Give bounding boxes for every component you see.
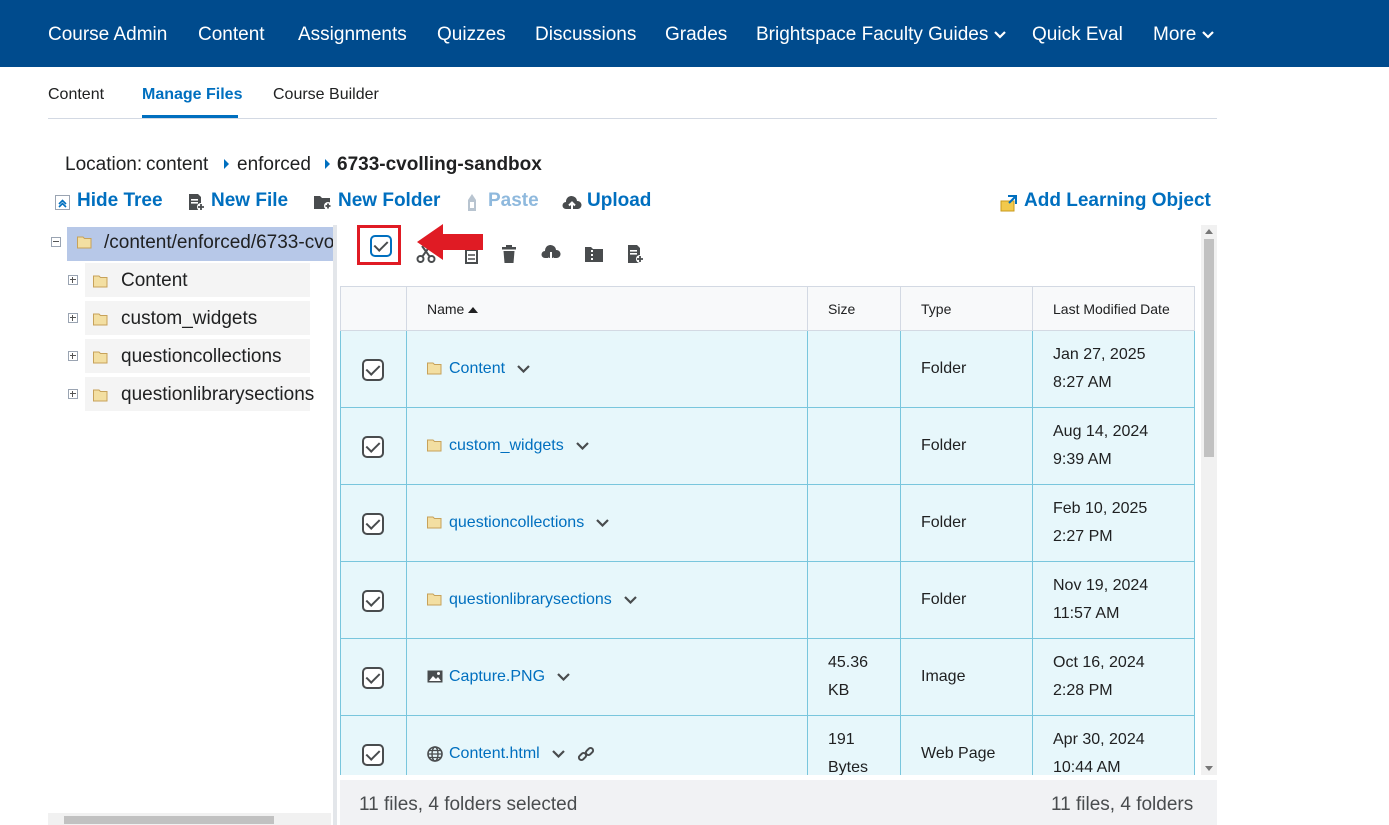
size-cell: 45.36 KB: [807, 638, 901, 716]
date-text: Oct 16, 2024: [1053, 654, 1145, 671]
header-select: [340, 286, 407, 331]
name-cell: Content.html: [406, 715, 808, 775]
file-list-scrollbar[interactable]: [1201, 225, 1217, 775]
table-row[interactable]: Content Folder Jan 27, 2025 8:27 AM: [340, 330, 1195, 408]
folder-icon: [427, 516, 442, 529]
size-cell: 191 Bytes: [807, 715, 901, 775]
row-select-cell: [340, 638, 407, 716]
date-cell: Apr 30, 2024 10:44 AM: [1032, 715, 1195, 775]
chevron-down-icon[interactable]: [517, 364, 530, 373]
table-row[interactable]: questioncollections Folder Feb 10, 2025 2…: [340, 484, 1195, 562]
header-name-label: Name: [427, 300, 465, 317]
file-name-link[interactable]: custom_widgets: [449, 437, 564, 454]
size-cell: [807, 330, 901, 408]
date-text: Jan 27, 2025: [1053, 346, 1146, 363]
row-select-cell: [340, 715, 407, 775]
image-icon: [427, 670, 443, 683]
table-row[interactable]: questionlibrarysections Folder Nov 19, 2…: [340, 561, 1195, 639]
link-icon[interactable]: [577, 745, 595, 763]
chevron-down-icon: [1202, 31, 1215, 39]
row-checkbox[interactable]: [362, 744, 384, 766]
date-text: Aug 14, 2024: [1053, 423, 1149, 440]
time-text: 2:28 PM: [1053, 682, 1113, 699]
globe-icon: [427, 745, 443, 762]
row-select-cell: [340, 561, 407, 639]
file-name-link[interactable]: Content: [449, 360, 505, 377]
size-cell: [807, 407, 901, 485]
header-size[interactable]: Size: [807, 286, 901, 331]
date-cell: Feb 10, 2025 2:27 PM: [1032, 484, 1195, 562]
chevron-down-icon[interactable]: [596, 518, 609, 527]
name-cell: Capture.PNG: [406, 638, 808, 716]
time-text: 2:27 PM: [1053, 528, 1113, 545]
row-select-cell: [340, 407, 407, 485]
sort-ascending-icon: [468, 306, 479, 313]
name-cell: questionlibrarysections: [406, 561, 808, 639]
file-name-link[interactable]: questionlibrarysections: [449, 591, 612, 608]
folder-icon: [427, 439, 442, 452]
date-cell: Jan 27, 2025 8:27 AM: [1032, 330, 1195, 408]
row-checkbox[interactable]: [362, 590, 384, 612]
chevron-down-icon[interactable]: [557, 672, 570, 681]
row-checkbox[interactable]: [362, 667, 384, 689]
type-cell: Web Page: [900, 715, 1033, 775]
file-name-link[interactable]: Capture.PNG: [449, 668, 545, 685]
header-name[interactable]: Name: [406, 286, 808, 331]
scroll-up-arrow-icon[interactable]: [1205, 229, 1213, 234]
type-cell: Image: [900, 638, 1033, 716]
time-text: 10:44 AM: [1053, 759, 1121, 775]
header-modified[interactable]: Last Modified Date: [1032, 286, 1195, 331]
table-row[interactable]: custom_widgets Folder Aug 14, 2024 9:39 A…: [340, 407, 1195, 485]
name-cell: Content: [406, 330, 808, 408]
folder-icon: [427, 593, 442, 606]
selected-count: 11 files, 4 folders selected: [359, 794, 578, 815]
size-value: 45.36: [828, 654, 869, 671]
file-list-pane: Name Size Type Last Modified Date Conten…: [0, 0, 1201, 775]
date-cell: Aug 14, 2024 9:39 AM: [1032, 407, 1195, 485]
table-header-row: Name Size Type Last Modified Date: [340, 286, 1195, 331]
type-cell: Folder: [900, 407, 1033, 485]
time-text: 11:57 AM: [1053, 605, 1120, 622]
row-select-cell: [340, 484, 407, 562]
chevron-down-icon[interactable]: [575, 441, 589, 450]
row-checkbox[interactable]: [362, 359, 384, 381]
table-row[interactable]: Content.html 191 Bytes Web Page Apr 30, 2…: [340, 715, 1195, 775]
date-text: Apr 30, 2024: [1053, 731, 1145, 748]
size-value: 191: [828, 731, 855, 748]
total-count: 11 files, 4 folders: [1051, 794, 1194, 815]
header-type[interactable]: Type: [900, 286, 1033, 331]
chevron-down-icon[interactable]: [551, 749, 565, 758]
date-text: Nov 19, 2024: [1053, 577, 1149, 594]
size-cell: [807, 484, 901, 562]
file-table: Name Size Type Last Modified Date Conten…: [340, 286, 1195, 775]
row-checkbox[interactable]: [362, 436, 384, 458]
chevron-down-icon[interactable]: [623, 595, 637, 604]
time-text: 9:39 AM: [1053, 451, 1112, 468]
tree-horizontal-scrollbar[interactable]: [48, 813, 331, 825]
name-cell: questioncollections: [406, 484, 808, 562]
table-row[interactable]: Capture.PNG 45.36 KB Image Oct 16, 2024 2:…: [340, 638, 1195, 716]
file-name-link[interactable]: Content.html: [449, 745, 540, 762]
scroll-down-arrow-icon[interactable]: [1205, 766, 1213, 771]
time-text: 8:27 AM: [1053, 374, 1112, 391]
selection-status-bar: 11 files, 4 folders selected 11 files, 4…: [340, 780, 1217, 825]
size-unit: KB: [828, 682, 850, 699]
type-cell: Folder: [900, 561, 1033, 639]
file-name-link[interactable]: questioncollections: [449, 514, 584, 531]
scrollbar-thumb[interactable]: [1204, 239, 1214, 457]
type-cell: Folder: [900, 484, 1033, 562]
type-cell: Folder: [900, 330, 1033, 408]
date-text: Feb 10, 2025: [1053, 500, 1148, 517]
row-select-cell: [340, 330, 407, 408]
date-cell: Nov 19, 2024 11:57 AM: [1032, 561, 1195, 639]
scrollbar-thumb[interactable]: [64, 816, 274, 824]
name-cell: custom_widgets: [406, 407, 808, 485]
folder-icon: [427, 362, 442, 375]
size-unit: Bytes: [828, 759, 869, 775]
row-checkbox[interactable]: [362, 513, 384, 535]
date-cell: Oct 16, 2024 2:28 PM: [1032, 638, 1195, 716]
size-cell: [807, 561, 901, 639]
